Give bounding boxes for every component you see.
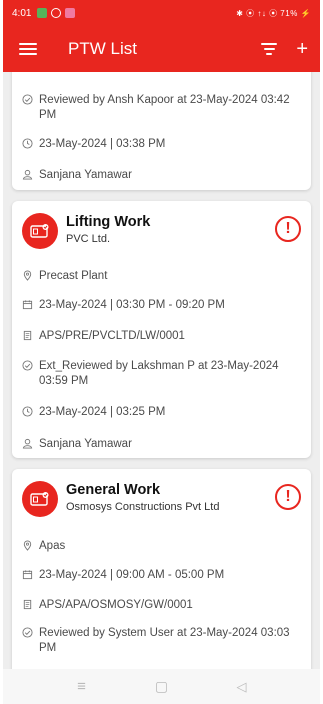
work-permit-icon: [22, 213, 58, 249]
ptw-list: Reviewed by Ansh Kapoor at 23-May-2024 0…: [3, 72, 320, 669]
work-type-title: Lifting Work: [66, 214, 151, 230]
clock-icon: [22, 138, 33, 149]
location-text: Apas: [39, 540, 66, 552]
schedule-text: 23-May-2024 | 09:00 AM - 05:00 PM: [39, 569, 225, 581]
schedule-row: 23-May-2024 | 09:00 AM - 05:00 PM: [22, 568, 301, 583]
app-frame: 4:01 ✱ ⦿ ↑↓ ⦿ 71% ⚡ PTW List + Reviewed …: [3, 0, 320, 704]
user-row: Sanjana Yamawar: [22, 168, 301, 183]
work-type-title: General Work: [66, 482, 161, 498]
permit-row: APS/APA/OSMOSY/GW/0001: [22, 598, 301, 613]
created-text: 23-May-2024 | 03:38 PM: [39, 138, 166, 150]
add-icon[interactable]: +: [296, 39, 308, 59]
ptw-card[interactable]: Reviewed by Ansh Kapoor at 23-May-2024 0…: [12, 72, 311, 190]
clock-icon: [22, 406, 33, 417]
location-row: Apas: [22, 539, 301, 554]
notification-icon: [37, 8, 48, 18]
location-row: Precast Plant: [22, 269, 301, 284]
page-title: PTW List: [68, 39, 137, 58]
created-row: 23-May-2024 | 03:38 PM: [22, 137, 301, 152]
location-pin-icon: [23, 270, 32, 281]
permit-number: APS/APA/OSMOSY/GW/0001: [39, 599, 193, 611]
app-notification-icon: [65, 8, 76, 18]
permit-row: APS/PRE/PVCLTD/LW/0001: [22, 329, 301, 344]
review-text: Ext_Reviewed by Lakshman P at 23-May-202…: [39, 360, 279, 387]
review-text: Reviewed by System User at 23-May-2024 0…: [39, 627, 290, 654]
permit-number: APS/PRE/PVCLTD/LW/0001: [39, 330, 185, 342]
created-row: 23-May-2024 | 03:25 PM: [22, 405, 301, 420]
user-row: Sanjana Yamawar: [22, 437, 301, 452]
schedule-row: 23-May-2024 | 03:30 PM - 09:20 PM: [22, 298, 301, 313]
back-icon[interactable]: ◁: [234, 679, 250, 695]
card-header: Lifting Work PVC Ltd. !: [22, 213, 301, 253]
calendar-icon: [22, 300, 33, 310]
whatsapp-icon: [51, 8, 62, 18]
location-text: Precast Plant: [39, 270, 108, 282]
calendar-icon: [22, 570, 33, 580]
check-circle-icon: [22, 627, 33, 638]
user-text: Sanjana Yamawar: [39, 438, 132, 450]
review-row: Reviewed by System User at 23-May-2024 0…: [22, 626, 301, 656]
created-text: 23-May-2024 | 03:25 PM: [39, 406, 166, 418]
alert-icon[interactable]: !: [275, 484, 301, 510]
hamburger-menu-icon[interactable]: [19, 43, 37, 55]
document-icon: [23, 599, 32, 610]
app-bar: PTW List +: [3, 26, 320, 72]
check-circle-icon: [22, 94, 33, 105]
check-circle-icon: [22, 360, 33, 371]
user-icon: [22, 438, 33, 449]
ptw-card[interactable]: General Work Osmosys Constructions Pvt L…: [12, 469, 311, 669]
filter-icon[interactable]: [260, 43, 278, 55]
status-indicators: ✱ ⦿ ↑↓ ⦿ 71% ⚡: [236, 8, 311, 18]
card-header: General Work Osmosys Constructions Pvt L…: [22, 481, 301, 521]
system-nav-bar: ≡ ▢ ◁: [3, 669, 320, 704]
status-time: 4:01: [12, 7, 32, 19]
company-name: Osmosys Constructions Pvt Ltd: [66, 501, 220, 513]
work-permit-icon: [22, 481, 58, 517]
ptw-card[interactable]: Lifting Work PVC Ltd. ! Precast Plant 23…: [12, 201, 311, 458]
company-name: PVC Ltd.: [66, 233, 111, 245]
review-row: Reviewed by Ansh Kapoor at 23-May-2024 0…: [22, 93, 301, 123]
review-text: Reviewed by Ansh Kapoor at 23-May-2024 0…: [39, 94, 290, 121]
user-text: Sanjana Yamawar: [39, 169, 132, 181]
status-bar: 4:01 ✱ ⦿ ↑↓ ⦿ 71% ⚡: [3, 0, 320, 26]
recents-icon[interactable]: ≡: [74, 678, 90, 695]
location-pin-icon: [23, 540, 32, 551]
user-icon: [22, 169, 33, 180]
review-row: Ext_Reviewed by Lakshman P at 23-May-202…: [22, 359, 301, 389]
document-icon: [23, 330, 32, 341]
alert-icon[interactable]: !: [275, 216, 301, 242]
home-icon[interactable]: ▢: [154, 678, 170, 695]
schedule-text: 23-May-2024 | 03:30 PM - 09:20 PM: [39, 299, 225, 311]
